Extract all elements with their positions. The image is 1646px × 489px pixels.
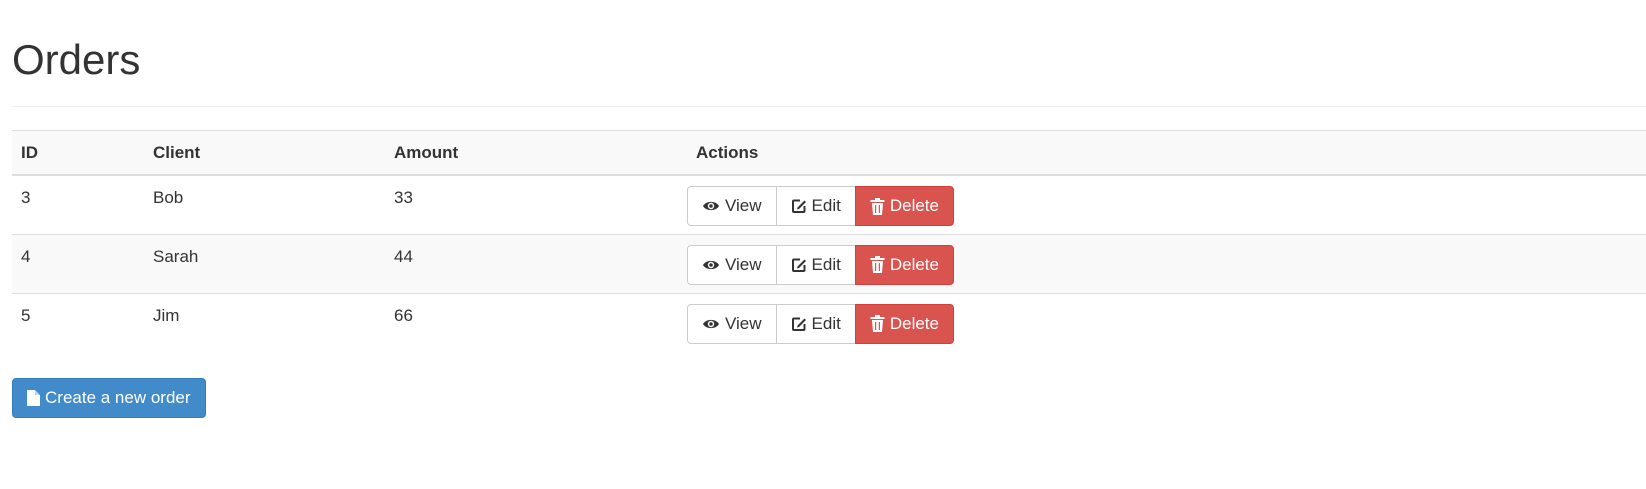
delete-label: Delete [889, 313, 939, 333]
edit-label: Edit [811, 313, 841, 333]
cell-id: 5 [12, 293, 144, 352]
delete-button[interactable]: Delete [854, 186, 954, 226]
orders-body: 3 Bob 33 View Edit Delete 4 Sarah 44 Vie… [12, 175, 1646, 352]
view-button[interactable]: View [687, 186, 777, 226]
view-label: View [725, 196, 762, 215]
create-order-button[interactable]: Create a new order [12, 378, 206, 418]
eye-icon [702, 200, 720, 212]
delete-label: Delete [889, 196, 939, 215]
header-id: ID [12, 130, 144, 176]
cell-amount: 44 [385, 234, 687, 294]
eye-icon [702, 259, 720, 271]
view-label: View [725, 313, 762, 333]
cell-actions: View Edit Delete [687, 234, 1646, 294]
create-order-label: Create a new order [45, 388, 191, 407]
header-actions: Actions [687, 130, 1646, 176]
action-buttons: View Edit Delete [687, 186, 954, 226]
view-label: View [725, 254, 762, 274]
delete-button[interactable]: Delete [854, 303, 954, 344]
cell-actions: View Edit Delete [687, 175, 1646, 235]
action-buttons: View Edit Delete [687, 244, 954, 285]
view-button[interactable]: View [687, 244, 777, 285]
edit-label: Edit [811, 254, 841, 274]
view-button[interactable]: View [687, 303, 777, 344]
file-icon [27, 390, 40, 406]
delete-button[interactable]: Delete [854, 244, 954, 285]
cell-client: Bob [144, 175, 385, 235]
table-row: 5 Jim 66 View Edit Delete [12, 293, 1646, 352]
header-client: Client [144, 130, 385, 176]
trash-icon [870, 315, 885, 332]
header-amount: Amount [385, 130, 687, 176]
table-row: 3 Bob 33 View Edit Delete [12, 175, 1646, 235]
table-header-row: ID Client Amount Actions [12, 130, 1646, 176]
action-buttons: View Edit Delete [687, 303, 954, 344]
page-title: Orders [12, 36, 141, 83]
eye-icon [702, 318, 720, 330]
orders-table: ID Client Amount Actions 3 Bob 33 View E… [12, 130, 1646, 352]
edit-button[interactable]: Edit [775, 186, 856, 226]
cell-actions: View Edit Delete [687, 293, 1646, 352]
cell-client: Jim [144, 293, 385, 352]
delete-label: Delete [889, 254, 939, 274]
cell-client: Sarah [144, 234, 385, 294]
edit-icon [791, 257, 807, 273]
trash-icon [870, 256, 885, 273]
cell-id: 4 [12, 234, 144, 294]
trash-icon [870, 197, 885, 215]
cell-amount: 33 [385, 175, 687, 235]
edit-button[interactable]: Edit [775, 244, 856, 285]
edit-icon [791, 316, 807, 332]
edit-button[interactable]: Edit [775, 303, 856, 344]
cell-amount: 66 [385, 293, 687, 352]
orders-page: Orders ID Client Amount Actions 3 Bob 33 [0, 0, 1646, 489]
page-header: Orders [12, 0, 1646, 107]
edit-label: Edit [811, 196, 841, 215]
edit-icon [791, 198, 807, 214]
cell-id: 3 [12, 175, 144, 235]
table-row: 4 Sarah 44 View Edit Delete [12, 234, 1646, 294]
